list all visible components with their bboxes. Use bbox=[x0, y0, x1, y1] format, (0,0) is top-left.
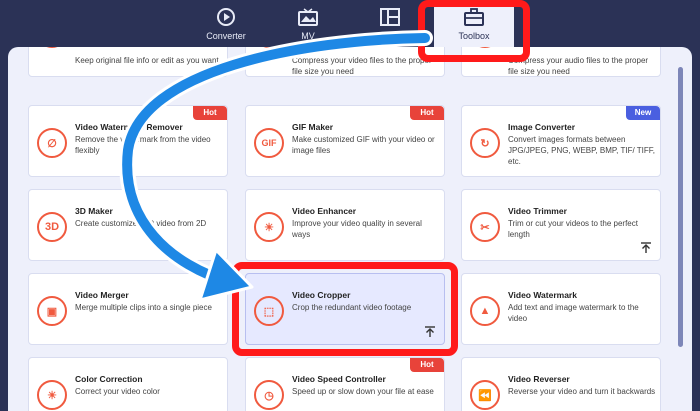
tool-title: 3D Maker bbox=[75, 206, 113, 216]
tool-desc: Make customized GIF with your video or i… bbox=[292, 135, 435, 155]
color-correction-icon: ☀ bbox=[37, 380, 67, 410]
3d-icon: 3D bbox=[37, 212, 67, 242]
tool-desc: Convert images formats between JPG/JPEG,… bbox=[508, 135, 655, 166]
tool-card-video-speed-controller[interactable]: ◷ Video Speed Controller Speed up or slo… bbox=[245, 357, 445, 411]
tool-card-video-watermark-remover[interactable]: ∅ Video Watermark Remover Remove the wat… bbox=[28, 105, 228, 177]
tool-desc: Keep original file info or edit as you w… bbox=[75, 56, 219, 65]
video-cropper-highlight-box bbox=[232, 262, 458, 356]
tool-title: Video Enhancer bbox=[292, 206, 357, 216]
tool-title: Color Correction bbox=[75, 374, 143, 384]
tool-card-color-correction[interactable]: ☀ Color Correction Correct your video co… bbox=[28, 357, 228, 411]
tool-desc: Merge multiple clips into a single piece bbox=[75, 303, 212, 312]
tool-title: GIF Maker bbox=[292, 122, 334, 132]
edit-icon: ✎ bbox=[37, 47, 67, 48]
tool-title: Video Trimmer bbox=[508, 206, 567, 216]
tool-title: Video Speed Controller bbox=[292, 374, 386, 384]
tool-desc: Correct your video color bbox=[75, 387, 160, 396]
tool-desc: Trim or cut your videos to the perfect l… bbox=[508, 219, 638, 239]
nav-converter[interactable]: Converter bbox=[186, 0, 266, 47]
tool-title: Video Merger bbox=[75, 290, 129, 300]
watermark-remover-icon: ∅ bbox=[37, 128, 67, 158]
scissors-icon: ✂ bbox=[470, 212, 500, 242]
new-badge: New bbox=[626, 106, 660, 120]
tool-card-image-converter[interactable]: ↻ Image Converter Convert images formats… bbox=[461, 105, 661, 177]
tool-card-gif-maker[interactable]: GIF GIF Maker Make customized GIF with y… bbox=[245, 105, 445, 177]
top-navigation: Converter MV Collage Toolbox bbox=[0, 0, 700, 47]
tool-card-video-enhancer[interactable]: ☀ Video Enhancer Improve your video qual… bbox=[245, 189, 445, 261]
tool-card-3d-maker[interactable]: 3D 3D Maker Create customized 3D video f… bbox=[28, 189, 228, 261]
toolbox-panel: ✎ Keep original file info or edit as you… bbox=[8, 47, 692, 411]
gif-icon: GIF bbox=[254, 128, 284, 158]
tool-title: Image Converter bbox=[508, 122, 576, 132]
tool-desc: Remove the watermark from the video flex… bbox=[75, 135, 211, 155]
compress-icon: ⇲ bbox=[254, 47, 284, 48]
nav-converter-label: Converter bbox=[206, 31, 246, 41]
tool-card-video-merger[interactable]: ▣ Video Merger Merge multiple clips into… bbox=[28, 273, 228, 345]
tool-desc: Compress your audio files to the proper … bbox=[508, 56, 649, 76]
enhancer-icon: ☀ bbox=[254, 212, 284, 242]
nav-mv-label: MV bbox=[301, 31, 315, 41]
hot-badge: Hot bbox=[410, 358, 444, 372]
watermark-icon: ▲ bbox=[470, 296, 500, 326]
tool-card-video-trimmer[interactable]: ✂ Video Trimmer Trim or cut your videos … bbox=[461, 189, 661, 261]
scrollbar[interactable] bbox=[678, 67, 683, 347]
tool-desc: Speed up or slow down your file at ease bbox=[292, 387, 434, 396]
tool-card-video-compressor[interactable]: ⇲ Compress your video files to the prope… bbox=[245, 47, 445, 77]
collage-icon bbox=[379, 6, 401, 28]
tool-desc: Improve your video quality in several wa… bbox=[292, 219, 422, 239]
speed-icon: ◷ bbox=[254, 380, 284, 410]
tool-desc: Create customized 3D video from 2D bbox=[75, 219, 207, 228]
tool-card-video-watermark[interactable]: ▲ Video Watermark Add text and image wat… bbox=[461, 273, 661, 345]
reverser-icon: ⏪ bbox=[470, 380, 500, 410]
tool-title: Video Watermark Remover bbox=[75, 122, 183, 132]
tool-card-metadata[interactable]: ✎ Keep original file info or edit as you… bbox=[28, 47, 228, 77]
hot-badge: Hot bbox=[410, 106, 444, 120]
merger-icon: ▣ bbox=[37, 296, 67, 326]
tool-title: Video Watermark bbox=[508, 290, 577, 300]
pin-to-top-icon[interactable] bbox=[640, 242, 652, 254]
mv-icon bbox=[297, 6, 319, 28]
tool-title: Video Reverser bbox=[508, 374, 570, 384]
hot-badge: Hot bbox=[193, 106, 227, 120]
tool-desc: Add text and image watermark to the vide… bbox=[508, 303, 639, 323]
tool-card-video-reverser[interactable]: ⏪ Video Reverser Reverse your video and … bbox=[461, 357, 661, 411]
nav-mv[interactable]: MV bbox=[268, 0, 348, 47]
converter-icon bbox=[215, 6, 237, 28]
image-converter-icon: ↻ bbox=[470, 128, 500, 158]
tool-desc: Reverse your video and turn it backwards bbox=[508, 387, 656, 396]
toolbox-highlight-box bbox=[418, 0, 530, 62]
nav-collage-label: Collage bbox=[374, 31, 406, 41]
